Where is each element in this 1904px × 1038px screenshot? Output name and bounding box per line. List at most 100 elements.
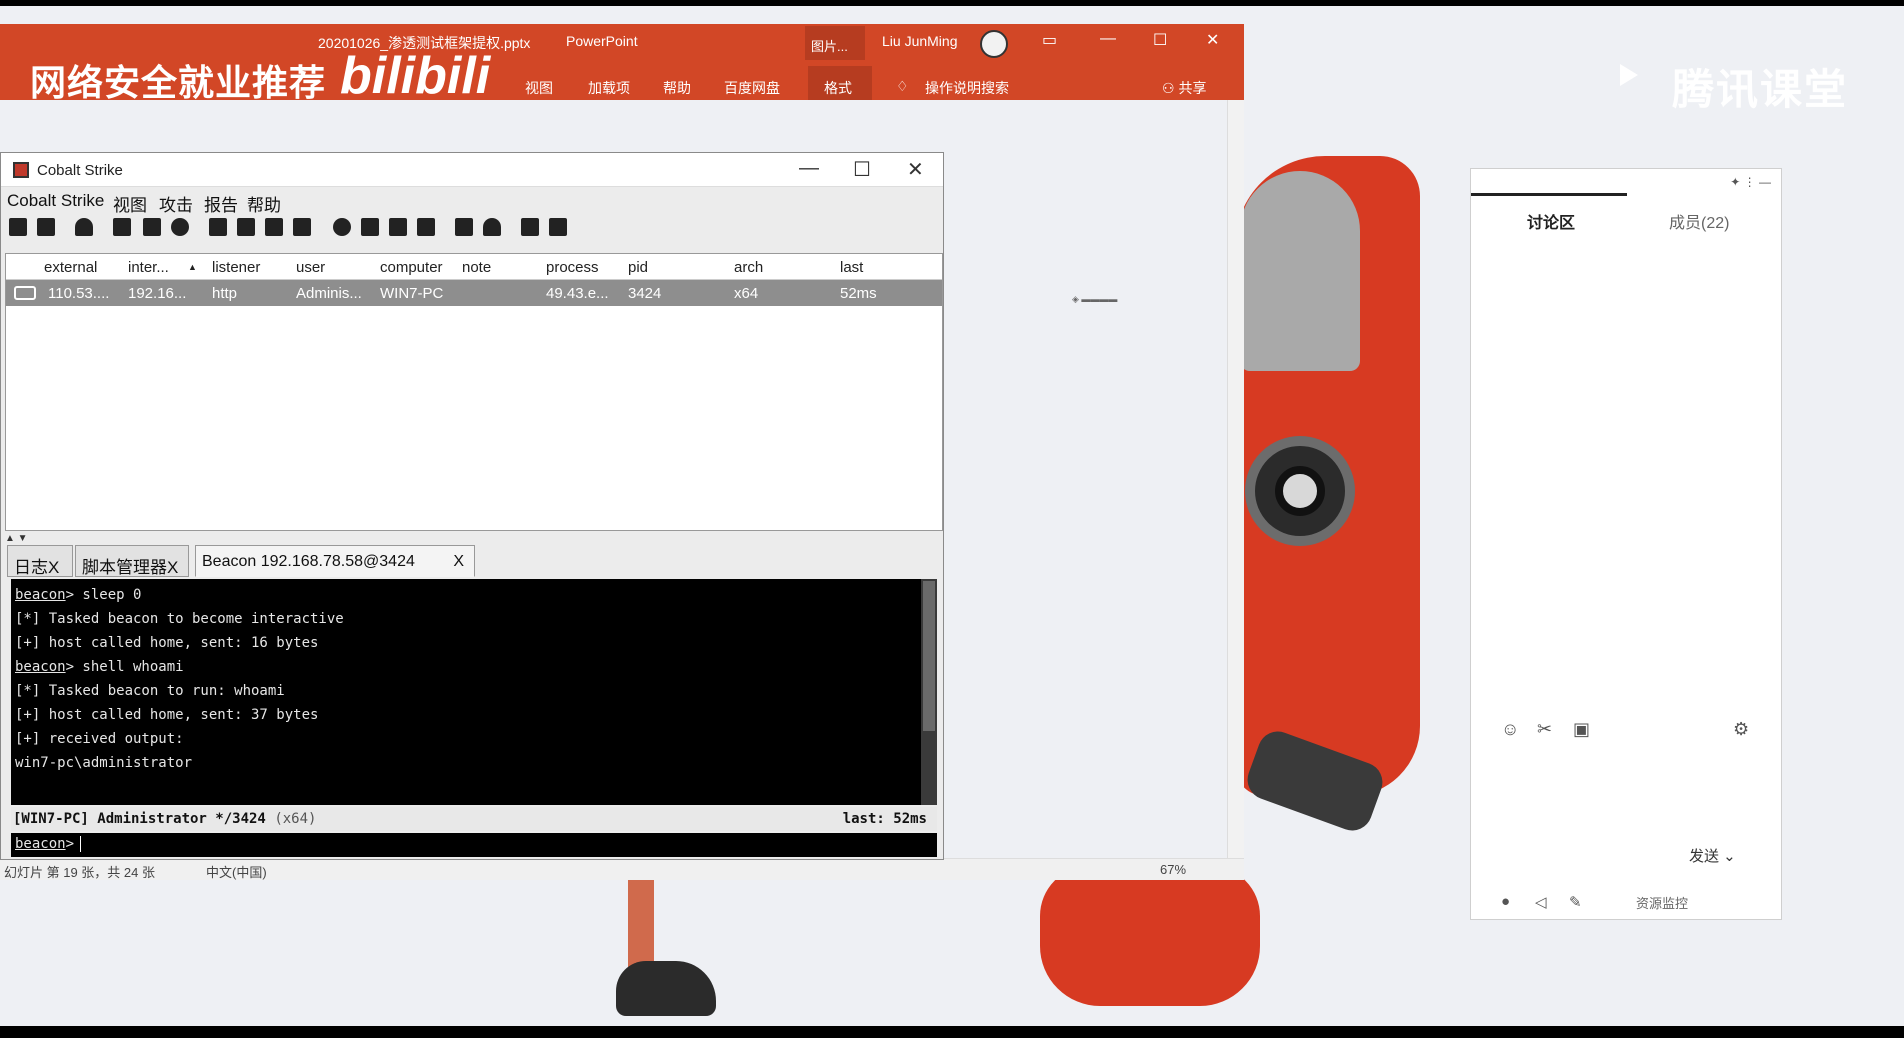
mascot-robot-pupil [1275, 466, 1325, 516]
cell-user: Adminis... [296, 285, 362, 302]
maximize-icon[interactable]: ☐ [853, 157, 871, 182]
coffee-icon[interactable] [361, 218, 379, 236]
console-icon[interactable] [417, 218, 435, 236]
session-computer-icon [14, 286, 36, 300]
emoji-icon[interactable]: ☺ [1501, 719, 1519, 740]
gear-icon[interactable] [333, 218, 351, 236]
close-icon[interactable]: ✕ [907, 157, 924, 182]
close-icon[interactable]: ✕ [1206, 30, 1219, 50]
tab-beacon[interactable]: Beacon 192.168.78.58@3424 X [195, 545, 475, 577]
tab-discussion[interactable]: 讨论区 [1527, 209, 1575, 233]
session-table-icon[interactable] [143, 218, 161, 236]
book-icon[interactable] [521, 218, 539, 236]
target-icon[interactable] [171, 218, 189, 236]
cloud-icon[interactable] [483, 218, 501, 236]
listeners-headphones-icon[interactable] [75, 218, 93, 236]
console-text: [+] host called home, sent: 37 bytes [15, 707, 319, 723]
document-icon[interactable] [389, 218, 407, 236]
cell-last: 52ms [840, 285, 877, 302]
ribbon-baidu-pan[interactable]: 百度网盘 [724, 78, 780, 98]
user-name: Liu JunMing [882, 33, 958, 49]
tab-underline [1471, 193, 1627, 196]
link-icon[interactable] [455, 218, 473, 236]
resource-monitor[interactable]: 资源监控 [1636, 893, 1688, 912]
ribbon-view[interactable]: 视图 [525, 78, 553, 98]
minimize-icon[interactable]: — [1100, 30, 1116, 48]
tell-me-search[interactable]: 操作说明搜索 [925, 78, 1009, 98]
settings-icon[interactable]: ⚙ [1733, 719, 1749, 740]
share-button[interactable]: ⚇ 共享 [1162, 78, 1206, 98]
col-last[interactable]: last [840, 259, 863, 276]
table-header: external inter... ▲ listener user comput… [6, 254, 942, 280]
col-note[interactable]: note [462, 259, 491, 276]
user-icon: ⚇ [1162, 80, 1175, 96]
console-scrollbar[interactable] [921, 579, 937, 805]
tab-members[interactable]: 成员(22) [1669, 209, 1729, 233]
console-line: [+] host called home, sent: 37 bytes [15, 703, 933, 727]
window-title: Cobalt Strike [37, 162, 123, 179]
col-pid[interactable]: pid [628, 259, 648, 276]
console-text: [*] Tasked beacon to become interactive [15, 611, 344, 627]
ribbon-format[interactable]: 格式 [824, 78, 852, 98]
console-text: [+] host called home, sent: 16 bytes [15, 635, 319, 651]
scrollbar-thumb[interactable] [923, 581, 935, 731]
disconnect-icon[interactable] [37, 218, 55, 236]
tab-close-icon[interactable]: X [453, 553, 464, 571]
microphone-icon[interactable]: ● [1501, 893, 1510, 910]
console-tabs: 日志X 脚本管理器X Beacon 192.168.78.58@3424 X [5, 543, 943, 577]
beacon-last-checkin: last: 52ms [842, 811, 927, 827]
panel-pin-icon[interactable]: ✦ ⋮ — [1730, 175, 1771, 189]
avatar[interactable] [980, 30, 1008, 58]
table-row[interactable]: 110.53.... 192.16... http Adminis... WIN… [6, 280, 942, 306]
ribbon-addins[interactable]: 加载项 [588, 78, 630, 98]
screenshot-image-icon[interactable] [293, 218, 311, 236]
zoom-level[interactable]: 67% [1160, 862, 1186, 877]
image-icon[interactable]: ▣ [1573, 719, 1590, 740]
col-arch[interactable]: arch [734, 259, 763, 276]
beacon-host-user: [WIN7-PC] Administrator */3424 [13, 811, 266, 827]
col-process[interactable]: process [546, 259, 599, 276]
app-name: PowerPoint [566, 33, 638, 49]
key-icon[interactable] [265, 218, 283, 236]
console-prompt: beacon [15, 659, 66, 675]
console-text: [*] Tasked beacon to run: whoami [15, 683, 285, 699]
download-icon[interactable] [237, 218, 255, 236]
scissors-icon[interactable]: ✂ [1537, 719, 1552, 740]
tab-event-log[interactable]: 日志X [7, 545, 73, 577]
beacon-arch: (x64) [274, 811, 317, 827]
cell-pid: 3424 [628, 285, 662, 302]
col-user[interactable]: user [296, 259, 325, 276]
col-listener[interactable]: listener [212, 259, 260, 276]
credentials-icon[interactable] [209, 218, 227, 236]
powerpoint-statusbar: 幻灯片 第 19 张，共 24 张 中文(中国) 67% [0, 858, 1244, 880]
tab-script-manager[interactable]: 脚本管理器X [75, 545, 189, 577]
mascot-robot-foot [1040, 866, 1260, 1006]
mascot-robot-head [1240, 171, 1360, 371]
col-internal[interactable]: inter... [128, 259, 169, 276]
ribbon-help[interactable]: 帮助 [663, 78, 691, 98]
minimize-icon[interactable]: — [799, 157, 819, 180]
console-line: win7-pc\administrator [15, 751, 933, 775]
send-button[interactable]: 发送 ⌄ [1689, 845, 1736, 866]
maximize-icon[interactable]: ☐ [1153, 30, 1167, 50]
new-connection-icon[interactable] [9, 218, 27, 236]
cobalt-titlebar: Cobalt Strike — ☐ ✕ [1, 153, 943, 187]
console-line: beacon> shell whoami [15, 655, 933, 679]
package-icon[interactable] [549, 218, 567, 236]
slide-counter: 幻灯片 第 19 张，共 24 张 [4, 865, 155, 880]
cobalt-strike-window: Cobalt Strike — ☐ ✕ Cobalt Strike 视图 攻击 … [0, 152, 944, 860]
pivot-graph-icon[interactable] [113, 218, 131, 236]
beacon-command-input[interactable]: beacon> [11, 833, 937, 857]
menu-cobalt-strike[interactable]: Cobalt Strike [7, 191, 104, 211]
send-label: 发送 [1689, 848, 1720, 865]
speaker-icon[interactable]: ◁ [1535, 893, 1547, 911]
pen-icon[interactable]: ✎ [1569, 893, 1582, 911]
picture-tools-tab[interactable]: 图片... [805, 26, 865, 60]
col-external[interactable]: external [44, 259, 97, 276]
beacon-console-output[interactable]: beacon> sleep 0 [*] Tasked beacon to bec… [11, 579, 937, 805]
vertical-scrollbar[interactable] [1227, 100, 1244, 860]
col-computer[interactable]: computer [380, 259, 443, 276]
powerpoint-titlebar: 20201026_渗透测试框架提权.pptx PowerPoint 图片... … [0, 24, 1244, 105]
tencent-classroom-logo: 腾讯课堂 [1672, 66, 1849, 113]
ribbon-display-icon[interactable]: ▭ [1042, 30, 1057, 50]
